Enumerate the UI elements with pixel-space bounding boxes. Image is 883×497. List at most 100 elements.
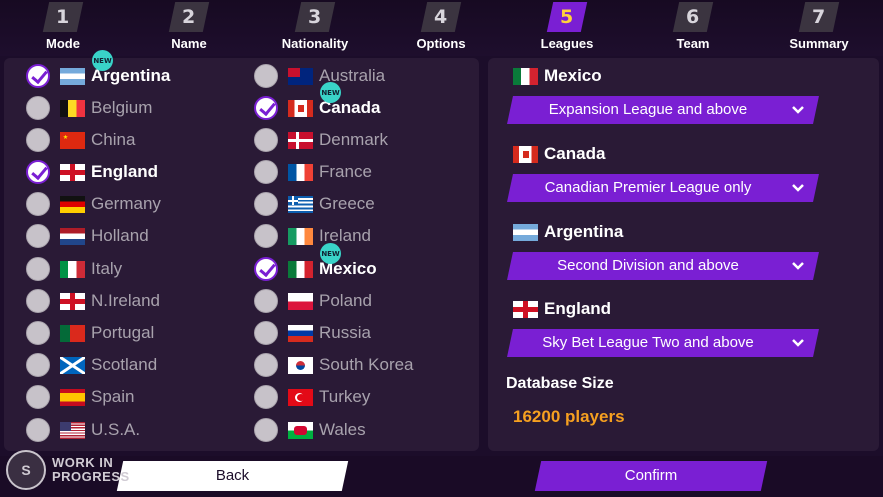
checkbox-unchecked-icon[interactable] [26, 128, 50, 152]
country-row-england[interactable]: England [26, 158, 246, 186]
step-summary[interactable]: 7 Summary [764, 0, 874, 51]
back-button[interactable]: Back [116, 461, 349, 491]
checkbox-unchecked-icon[interactable] [26, 192, 50, 216]
sports-interactive-logo: S [6, 450, 46, 490]
league-dropdown-value: Sky Bet League Two and above [542, 334, 754, 351]
scotland-flag-icon [60, 356, 85, 374]
confirm-button[interactable]: Confirm [534, 461, 768, 491]
checkbox-unchecked-icon[interactable] [254, 224, 278, 248]
country-name: Spain [91, 387, 135, 406]
country-row-italy[interactable]: Italy [26, 255, 246, 283]
step-leagues[interactable]: 5 Leagues [512, 0, 622, 51]
chevron-down-icon [792, 262, 804, 270]
country-name: Russia [319, 323, 371, 342]
germany-flag-icon [60, 195, 85, 213]
country-row-france[interactable]: France [254, 158, 474, 186]
country-row-argentina[interactable]: Argentina NEW [26, 50, 246, 90]
country-row-australia[interactable]: Australia [254, 62, 474, 90]
country-row-spain[interactable]: Spain [26, 383, 246, 411]
country-name: Greece [319, 194, 375, 213]
step-team[interactable]: 6 Team [638, 0, 748, 51]
country-row-germany[interactable]: Germany [26, 190, 246, 218]
checkbox-checked-icon[interactable] [254, 96, 278, 120]
checkbox-checked-icon[interactable] [254, 257, 278, 281]
country-name: Poland [319, 291, 372, 310]
checkbox-unchecked-icon[interactable] [254, 64, 278, 88]
checkbox-unchecked-icon[interactable] [26, 418, 50, 442]
country-row-russia[interactable]: Russia [254, 319, 474, 347]
country-row-greece[interactable]: Greece [254, 190, 474, 218]
poland-flag-icon [288, 292, 313, 310]
step-number-text: 2 [182, 6, 196, 28]
checkbox-unchecked-icon[interactable] [254, 418, 278, 442]
country-row-china[interactable]: China [26, 126, 246, 154]
checkbox-unchecked-icon[interactable] [254, 192, 278, 216]
england-flag-icon [513, 300, 538, 318]
checkbox-unchecked-icon[interactable] [254, 321, 278, 345]
country-name: France [319, 162, 372, 181]
step-number: 5 [546, 2, 588, 32]
league-dropdown-canada[interactable]: Canadian Premier League only [507, 174, 819, 202]
country-name: Portugal [91, 323, 155, 342]
country-row-poland[interactable]: Poland [254, 287, 474, 315]
country-row-denmark[interactable]: Denmark [254, 126, 474, 154]
greece-flag-icon [288, 195, 313, 213]
country-row-portugal[interactable]: Portugal [26, 319, 246, 347]
checkbox-unchecked-icon[interactable] [26, 257, 50, 281]
turkey-flag-icon [288, 388, 313, 406]
country-row-n-ireland[interactable]: N.Ireland [26, 287, 246, 315]
league-dropdown-mexico[interactable]: Expansion League and above [507, 96, 819, 124]
checkbox-checked-icon[interactable] [26, 64, 50, 88]
country-row-south-korea[interactable]: South Korea [254, 351, 474, 379]
step-nationality[interactable]: 3 Nationality [260, 0, 370, 51]
checkbox-unchecked-icon[interactable] [26, 321, 50, 345]
country-row-mexico[interactable]: Mexico NEW [254, 243, 474, 283]
checkbox-unchecked-icon[interactable] [26, 353, 50, 377]
argentina-flag-icon [513, 223, 538, 241]
step-label: Team [676, 36, 710, 51]
step-mode[interactable]: 1 Mode [8, 0, 118, 51]
league-dropdown-england[interactable]: Sky Bet League Two and above [507, 329, 819, 357]
step-options[interactable]: 4 Options [386, 0, 496, 51]
chevron-down-icon [792, 339, 804, 347]
country-row-u-s-a[interactable]: U.S.A. [26, 416, 246, 444]
country-row-ireland[interactable]: Ireland [254, 222, 474, 250]
league-dropdown-argentina[interactable]: Second Division and above [507, 252, 819, 280]
checkbox-unchecked-icon[interactable] [26, 96, 50, 120]
step-number-text: 3 [308, 6, 322, 28]
checkbox-checked-icon[interactable] [26, 160, 50, 184]
russia-flag-icon [288, 324, 313, 342]
checkbox-unchecked-icon[interactable] [254, 128, 278, 152]
n-ireland-flag-icon [60, 292, 85, 310]
step-number: 3 [294, 2, 336, 32]
canada-flag-icon [513, 145, 538, 163]
checkbox-unchecked-icon[interactable] [254, 353, 278, 377]
checkbox-unchecked-icon[interactable] [26, 224, 50, 248]
step-label: Leagues [540, 36, 594, 51]
league-country-england: England [513, 299, 611, 319]
league-country-argentina: Argentina [513, 222, 623, 242]
country-row-scotland[interactable]: Scotland [26, 351, 246, 379]
chevron-down-icon [792, 106, 804, 114]
country-row-turkey[interactable]: Turkey [254, 383, 474, 411]
country-row-holland[interactable]: Holland [26, 222, 246, 250]
checkbox-unchecked-icon[interactable] [26, 385, 50, 409]
step-label: Name [171, 36, 207, 51]
argentina-flag-icon [60, 67, 85, 85]
step-number: 1 [42, 2, 84, 32]
checkbox-unchecked-icon[interactable] [26, 289, 50, 313]
checkbox-unchecked-icon[interactable] [254, 385, 278, 409]
checkbox-unchecked-icon[interactable] [254, 160, 278, 184]
country-row-wales[interactable]: Wales [254, 416, 474, 444]
checkbox-unchecked-icon[interactable] [254, 289, 278, 313]
new-badge: NEW [92, 50, 113, 71]
new-badge: NEW [320, 243, 341, 264]
league-country-name: Argentina [544, 222, 624, 241]
country-row-belgium[interactable]: Belgium [26, 94, 246, 122]
u-s-a-flag-icon [60, 421, 85, 439]
logo-letter: S [21, 462, 31, 478]
step-name[interactable]: 2 Name [134, 0, 244, 51]
country-row-canada[interactable]: Canada NEW [254, 82, 474, 122]
ireland-flag-icon [288, 227, 313, 245]
france-flag-icon [288, 163, 313, 181]
